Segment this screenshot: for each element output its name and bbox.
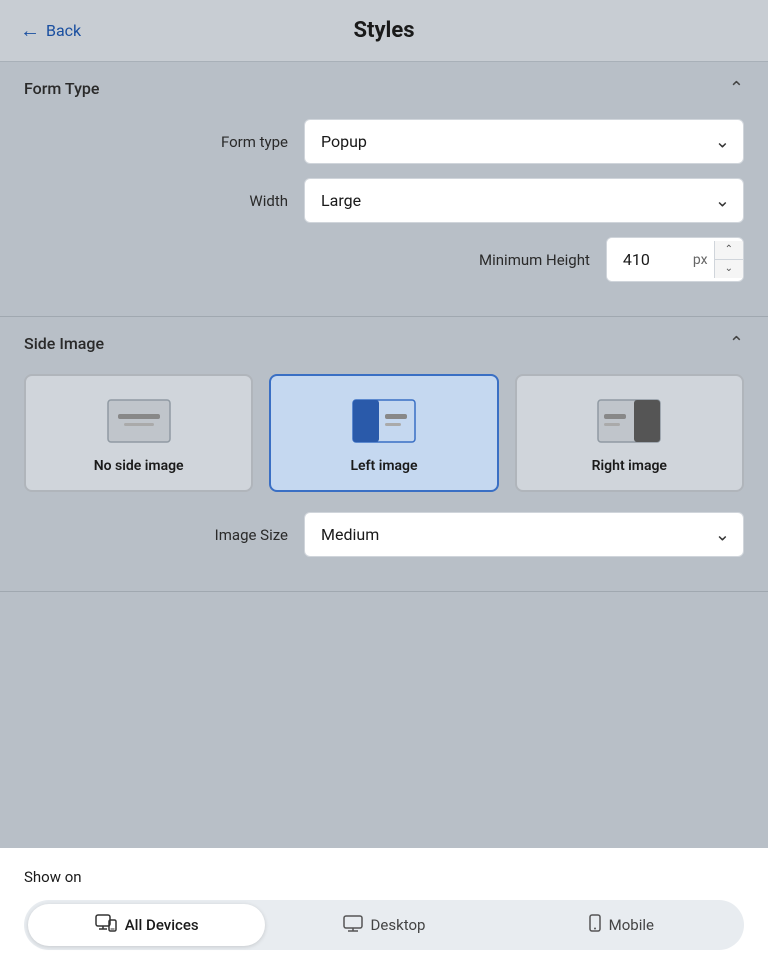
height-decrement-button[interactable]: ⌄: [715, 260, 743, 278]
side-image-section-title: Side Image: [24, 334, 104, 353]
desktop-label: Desktop: [371, 916, 426, 934]
right-image-icon: [594, 396, 664, 446]
width-label: Width: [158, 192, 288, 210]
mobile-label: Mobile: [609, 916, 654, 934]
right-image-label: Right image: [592, 458, 667, 474]
main-content: Form Type ⌃ Form type Popup Inline Flyou…: [0, 62, 768, 848]
form-type-select[interactable]: Popup Inline Flyout Sidebar: [304, 119, 744, 164]
min-height-row: Minimum Height px ⌃ ⌄: [24, 237, 744, 282]
all-devices-button[interactable]: All Devices: [28, 904, 265, 946]
form-type-section: Form Type ⌃ Form type Popup Inline Flyou…: [0, 62, 768, 317]
image-size-label: Image Size: [158, 526, 288, 544]
left-image-label: Left image: [350, 458, 417, 474]
no-side-image-option[interactable]: No side image: [24, 374, 253, 492]
page-title: Styles: [353, 18, 414, 43]
right-image-option[interactable]: Right image: [515, 374, 744, 492]
height-unit-label: px: [687, 252, 714, 268]
no-side-image-icon: [104, 396, 174, 446]
all-devices-label: All Devices: [125, 916, 199, 934]
side-image-section-header: Side Image ⌃: [24, 333, 744, 354]
header: ← Back Styles: [0, 0, 768, 62]
width-select-wrapper: Small Medium Large Extra Large Full Widt…: [304, 178, 744, 223]
form-type-row: Form type Popup Inline Flyout Sidebar ⌄: [24, 119, 744, 164]
image-options-group: No side image Left image: [24, 374, 744, 492]
width-row: Width Small Medium Large Extra Large Ful…: [24, 178, 744, 223]
side-image-section: Side Image ⌃ No side image: [0, 317, 768, 592]
mobile-icon: [589, 914, 601, 936]
back-arrow-icon: ←: [20, 18, 40, 43]
width-select[interactable]: Small Medium Large Extra Large Full Widt…: [304, 178, 744, 223]
left-image-icon: [349, 396, 419, 446]
image-size-select[interactable]: Small Medium Large: [304, 512, 744, 557]
form-type-section-title: Form Type: [24, 79, 99, 98]
device-toggle-group: All Devices Desktop Mobile: [24, 900, 744, 950]
height-stepper: ⌃ ⌄: [714, 241, 743, 278]
image-size-select-wrapper: Small Medium Large ⌄: [304, 512, 744, 557]
height-increment-button[interactable]: ⌃: [715, 241, 743, 260]
desktop-button[interactable]: Desktop: [265, 904, 502, 946]
min-height-label: Minimum Height: [460, 251, 590, 269]
form-type-section-header: Form Type ⌃: [24, 78, 744, 99]
all-devices-icon: [95, 914, 117, 936]
back-button[interactable]: ← Back: [20, 18, 81, 43]
form-type-label: Form type: [158, 133, 288, 151]
show-on-section: Show on All Devices: [0, 848, 768, 974]
image-size-row: Image Size Small Medium Large ⌄: [24, 512, 744, 557]
show-on-label: Show on: [24, 868, 744, 886]
mobile-button[interactable]: Mobile: [503, 904, 740, 946]
form-type-collapse-icon[interactable]: ⌃: [729, 78, 744, 99]
left-image-option[interactable]: Left image: [269, 374, 498, 492]
back-label: Back: [46, 21, 81, 40]
no-side-image-label: No side image: [94, 458, 184, 474]
form-type-select-wrapper: Popup Inline Flyout Sidebar ⌄: [304, 119, 744, 164]
min-height-input[interactable]: [607, 238, 687, 281]
min-height-input-wrapper: px ⌃ ⌄: [606, 237, 744, 282]
desktop-icon: [343, 915, 363, 936]
side-image-collapse-icon[interactable]: ⌃: [729, 333, 744, 354]
